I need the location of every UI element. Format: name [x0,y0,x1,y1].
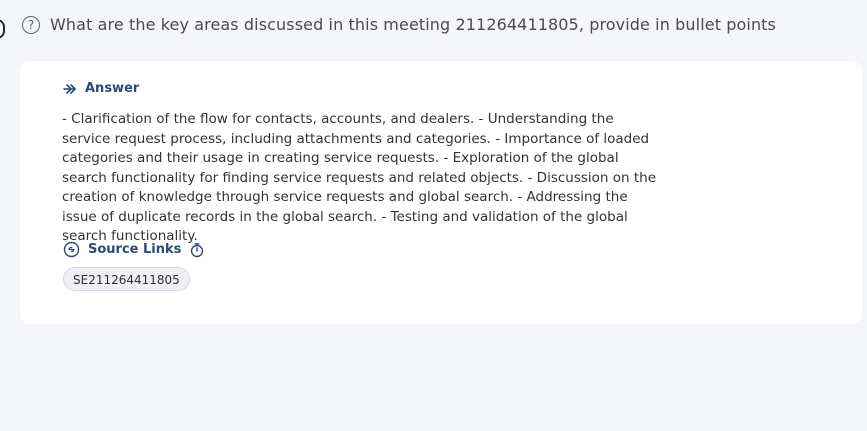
timer-icon [189,242,205,258]
question-row: ? What are the key areas discussed in th… [22,15,842,34]
answer-card: Answer - Clarification of the flow for c… [20,61,862,324]
question-text: What are the key areas discussed in this… [50,15,776,34]
partial-left-indicator-icon [0,19,5,39]
question-circle-icon: ? [22,15,40,34]
source-links-header: Source Links [63,241,205,258]
source-links-label: Source Links [88,242,182,257]
link-icon [63,241,80,258]
answer-header: Answer [63,81,139,96]
answer-arrows-icon [63,83,79,95]
answer-label: Answer [85,81,140,96]
source-link-chip[interactable]: SE211264411805 [63,267,190,291]
answer-text: - Clarification of the flow for contacts… [62,111,657,244]
